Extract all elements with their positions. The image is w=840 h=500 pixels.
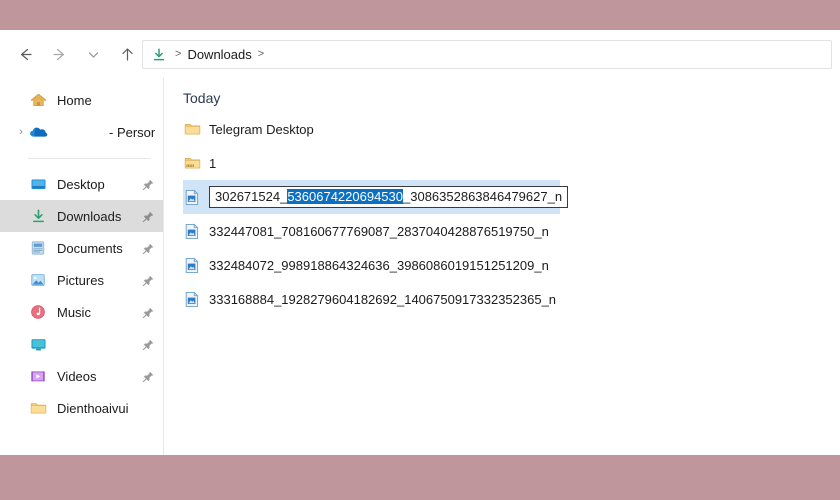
- top-decorative-band: [0, 0, 840, 30]
- image-file-icon: [183, 222, 201, 240]
- music-icon: [28, 303, 48, 321]
- sidebar-item-label: Dienthoaivui: [57, 401, 129, 416]
- list-item-name: 332447081_708160677769087_28370404288765…: [209, 224, 549, 239]
- sidebar-item-label: Videos: [57, 369, 97, 384]
- sidebar-item-dienthoaivui[interactable]: › Dienthoaivui: [0, 392, 163, 424]
- documents-icon: [28, 239, 48, 257]
- sidebar-item-label: Music: [57, 305, 91, 320]
- pin-icon[interactable]: [142, 306, 155, 319]
- rename-suffix: _3086352863846479627_n: [403, 189, 562, 204]
- expand-chevron-icon[interactable]: ›: [14, 127, 28, 138]
- sidebar-item-home[interactable]: › Home: [0, 84, 163, 116]
- list-item-name: 333168884_1928279604182692_1406750917332…: [209, 292, 556, 307]
- pin-icon[interactable]: [142, 178, 155, 191]
- desktop-monitor-icon: [28, 175, 48, 193]
- onedrive-cloud-icon: [28, 123, 48, 141]
- downloads-green-icon: [151, 47, 167, 63]
- up-button[interactable]: [110, 38, 144, 70]
- image-file-icon: [183, 256, 201, 274]
- explorer-toolbar: > Downloads >: [0, 30, 840, 78]
- image-file-icon: [183, 188, 201, 206]
- list-item-name: Telegram Desktop: [209, 122, 314, 137]
- image-file-icon: [183, 290, 201, 308]
- rename-text: 302671524_5360674220694530_3086352863846…: [215, 187, 562, 207]
- pictures-icon: [28, 271, 48, 289]
- breadcrumb-downloads[interactable]: Downloads: [187, 47, 251, 62]
- forward-button[interactable]: [42, 38, 76, 70]
- sidebar-item-label: Documents: [57, 241, 123, 256]
- list-item-name: 332484072_998918864324636_39860860191512…: [209, 258, 549, 273]
- sidebar-item-onedrive-personal[interactable]: › - Personal: [0, 116, 163, 148]
- pin-icon[interactable]: [142, 242, 155, 255]
- downloads-green-icon: [28, 207, 48, 225]
- screenshot-root: > Downloads > ›: [0, 0, 840, 500]
- list-item[interactable]: Telegram Desktop: [165, 112, 840, 146]
- arrow-right-icon: [51, 46, 68, 63]
- sidebar-item-videos[interactable]: › Videos: [0, 360, 163, 392]
- pin-icon[interactable]: [142, 210, 155, 223]
- sidebar-item-label: Downloads: [57, 209, 121, 224]
- sidebar-item-documents[interactable]: › Documents: [0, 232, 163, 264]
- zipped-folder-icon: [183, 154, 201, 172]
- group-header-today: Today: [165, 78, 840, 112]
- file-explorer-window: > Downloads > ›: [0, 30, 840, 455]
- sidebar-item-label: Pictures: [57, 273, 104, 288]
- monitor-teal-icon: [28, 335, 48, 353]
- sidebar-divider: [28, 158, 151, 159]
- sidebar-item-unnamed[interactable]: ›: [0, 328, 163, 360]
- sidebar-item-label: Home: [57, 93, 92, 108]
- sidebar-item-label: Desktop: [57, 177, 105, 192]
- rename-selected-text: 5360674220694530: [287, 189, 403, 204]
- pin-icon[interactable]: [142, 274, 155, 287]
- sidebar-item-pictures[interactable]: › Pictures: [0, 264, 163, 296]
- pin-icon[interactable]: [142, 338, 155, 351]
- arrow-left-icon: [17, 46, 34, 63]
- chevron-down-icon: [86, 47, 101, 62]
- sidebar-item-music[interactable]: › Music: [0, 296, 163, 328]
- list-item-name: 1: [209, 156, 216, 171]
- folder-icon: [183, 120, 201, 138]
- address-bar[interactable]: > Downloads >: [142, 40, 832, 69]
- rename-prefix: 302671524_: [215, 189, 287, 204]
- explorer-body: › Home ›: [0, 78, 840, 455]
- home-icon: [28, 91, 48, 109]
- sidebar-item-label: - Personal: [109, 125, 155, 140]
- bottom-decorative-band: [0, 455, 840, 500]
- arrow-up-icon: [119, 46, 136, 63]
- videos-icon: [28, 367, 48, 385]
- list-item[interactable]: 1: [165, 146, 840, 180]
- recent-locations-button[interactable]: [76, 38, 110, 70]
- file-list-pane[interactable]: Today Telegram Desktop: [165, 78, 840, 455]
- breadcrumb-separator-trailing[interactable]: >: [252, 49, 270, 60]
- navigation-pane[interactable]: › Home ›: [0, 78, 164, 455]
- rename-input[interactable]: 302671524_5360674220694530_3086352863846…: [209, 186, 568, 208]
- breadcrumb-separator-leading: >: [169, 49, 187, 60]
- pin-icon[interactable]: [142, 370, 155, 383]
- list-item[interactable]: 332484072_998918864324636_39860860191512…: [165, 248, 840, 282]
- back-button[interactable]: [8, 38, 42, 70]
- list-item[interactable]: 332447081_708160677769087_28370404288765…: [165, 214, 840, 248]
- list-item-selected[interactable]: 302671524_5360674220694530_3086352863846…: [165, 180, 840, 214]
- sidebar-item-desktop[interactable]: › Desktop: [0, 168, 163, 200]
- sidebar-item-downloads[interactable]: › Downloads: [0, 200, 163, 232]
- list-item[interactable]: 333168884_1928279604182692_1406750917332…: [165, 282, 840, 316]
- folder-icon: [28, 399, 48, 417]
